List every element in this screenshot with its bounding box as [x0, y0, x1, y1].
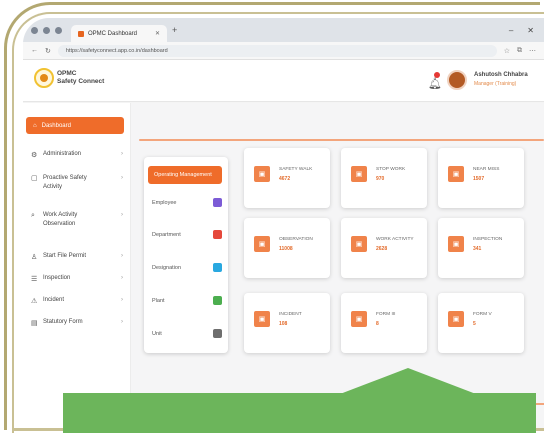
sidebar-item-incident[interactable]: ⚠ Incident ›: [31, 297, 123, 305]
sidebar-item-label: Statutory Form: [43, 319, 83, 325]
extensions-icon[interactable]: ⧉: [517, 47, 522, 55]
close-window-icon[interactable]: ✕: [527, 26, 534, 35]
window-menu-icon[interactable]: [55, 26, 62, 34]
employee-icon: [213, 198, 222, 207]
bookmark-icon[interactable]: ☆: [504, 47, 510, 55]
sidebar-item-dashboard[interactable]: ⌂ Dashboard: [26, 117, 124, 134]
minimize-icon[interactable]: –: [509, 26, 513, 35]
brand-name: OPMC Safety Connect: [57, 70, 105, 85]
tab-title: OPMC Dashboard: [88, 30, 138, 37]
management-item-plant[interactable]: Plant: [152, 296, 222, 305]
management-item-unit[interactable]: Unit: [152, 329, 222, 338]
browser-tab[interactable]: OPMC Dashboard ✕: [71, 25, 167, 42]
home-icon: ⌂: [33, 122, 37, 129]
stat-icon: ▣: [254, 236, 270, 252]
chevron-right-icon: ›: [121, 297, 123, 303]
sidebar-item-label: Work Activity Observation: [43, 212, 78, 227]
sidebar: ⌂ Dashboard ⚙ Administration › ▢ Proacti…: [23, 103, 131, 428]
user-name: Ashutosh Chhabra: [474, 72, 528, 78]
stat-card-observation[interactable]: ▣ OBSERVATION 11008: [244, 218, 330, 278]
sidebar-item-label: Administration: [43, 151, 82, 157]
close-tab-icon[interactable]: ✕: [155, 30, 160, 37]
overlay-banner: [63, 393, 536, 433]
stat-icon: ▣: [448, 166, 464, 182]
stat-card-safety-walk[interactable]: ▣ SAFETY WALK 4672: [244, 148, 330, 208]
chevron-right-icon: ›: [121, 175, 123, 181]
management-title: Operating Management: [148, 166, 222, 184]
sidebar-item-label: Dashboard: [41, 122, 71, 129]
url-field[interactable]: https://safetyconnect.app.co.in/dashboar…: [57, 44, 497, 57]
stat-card-work-activity[interactable]: ▣ WORK ACTIVITY 2628: [341, 218, 427, 278]
list-icon: ☰: [31, 276, 38, 283]
management-item-designation[interactable]: Designation: [152, 263, 222, 272]
stat-icon: ▣: [254, 166, 270, 182]
browser-tab-bar: OPMC Dashboard ✕ + – ✕: [23, 18, 544, 42]
management-item-employee[interactable]: Employee: [152, 198, 222, 207]
stat-icon: ▣: [254, 311, 270, 327]
management-item-department[interactable]: Department: [152, 230, 222, 239]
document-icon: ▤: [31, 320, 38, 327]
designation-icon: [213, 263, 222, 272]
favicon-icon: [78, 30, 84, 37]
chevron-right-icon: ›: [121, 151, 123, 157]
search-icon: ⌕: [31, 212, 35, 219]
chevron-right-icon: ›: [121, 212, 123, 218]
user-role: Manager (Training): [474, 81, 517, 87]
window-controls: – ✕: [509, 26, 534, 35]
plant-icon: [213, 296, 222, 305]
stat-icon: ▣: [448, 311, 464, 327]
stat-card-near-miss[interactable]: ▣ NEAR MISS 1507: [438, 148, 524, 208]
browser-window: OPMC Dashboard ✕ + – ✕ ← ↻ https://safet…: [23, 18, 544, 428]
management-card: Operating Management Employee Department…: [144, 157, 228, 353]
stat-card-incident[interactable]: ▣ INCIDENT 108: [244, 293, 330, 353]
main-content: Operating Management Employee Department…: [131, 103, 544, 428]
sidebar-item-work-activity[interactable]: ⌕ Work Activity Observation ›: [31, 211, 123, 229]
window-menu-icon[interactable]: [31, 26, 38, 34]
stat-icon: ▣: [351, 166, 367, 182]
url-text: https://safetyconnect.app.co.in/dashboar…: [65, 47, 168, 54]
sidebar-item-start-file-permit[interactable]: ♙ Start File Permit ›: [31, 253, 123, 261]
refresh-icon[interactable]: ↻: [45, 47, 51, 55]
more-icon[interactable]: ⋯: [529, 47, 536, 55]
address-bar: ← ↻ https://safetyconnect.app.co.in/dash…: [23, 42, 544, 60]
sidebar-item-inspection[interactable]: ☰ Inspection ›: [31, 275, 123, 283]
sidebar-item-label: Start File Permit: [43, 253, 87, 259]
new-tab-icon[interactable]: +: [172, 25, 177, 35]
stat-card-form-v[interactable]: ▣ FORM V 5: [438, 293, 524, 353]
alert-icon: ⚠: [31, 298, 38, 305]
logo-icon: [34, 68, 54, 88]
sidebar-item-administration[interactable]: ⚙ Administration ›: [31, 151, 123, 159]
sidebar-item-label: Inspection: [43, 275, 71, 281]
stat-icon: ▣: [351, 236, 367, 252]
stat-card-inspection[interactable]: ▣ INSPECTION 341: [438, 218, 524, 278]
sidebar-item-label: Proactive Safety Activity: [43, 175, 87, 190]
avatar[interactable]: [447, 70, 467, 90]
overlay-arrow: [340, 368, 476, 394]
stat-card-stop-work[interactable]: ▣ STOP WORK 970: [341, 148, 427, 208]
divider: [139, 139, 544, 141]
app-header: OPMC Safety Connect 🔔︎ Ashutosh Chhabra …: [23, 60, 544, 102]
gear-icon: ⚙: [31, 152, 38, 159]
chevron-right-icon: ›: [121, 319, 123, 325]
clipboard-icon: ▢: [31, 175, 38, 182]
stat-icon: ▣: [448, 236, 464, 252]
sidebar-item-statutory-form[interactable]: ▤ Statutory Form ›: [31, 319, 123, 327]
unit-icon: [213, 329, 222, 338]
browser-actions: ☆ ⧉ ⋯: [504, 47, 536, 55]
stat-icon: ▣: [351, 311, 367, 327]
notification-badge: [434, 72, 440, 78]
sidebar-item-proactive-safety[interactable]: ▢ Proactive Safety Activity ›: [31, 174, 123, 192]
window-menu-icon[interactable]: [43, 26, 50, 34]
sidebar-item-label: Incident: [43, 297, 65, 303]
chevron-right-icon: ›: [121, 275, 123, 281]
back-icon[interactable]: ←: [31, 47, 38, 54]
chevron-right-icon: ›: [121, 253, 123, 259]
user-icon: ♙: [31, 254, 38, 261]
stat-card-form-iii[interactable]: ▣ FORM III 8: [341, 293, 427, 353]
bell-icon[interactable]: 🔔︎: [428, 77, 442, 90]
department-icon: [213, 230, 222, 239]
